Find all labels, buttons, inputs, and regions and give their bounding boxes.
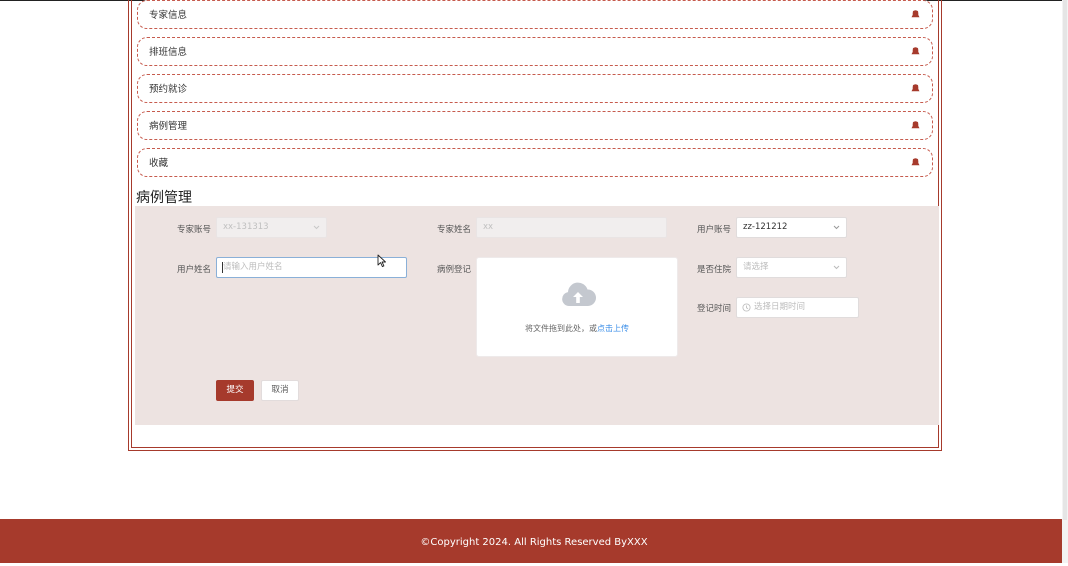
expert-account-value: xx-131313 [223,222,269,232]
user-name-label: 用户姓名 [177,265,212,275]
text-caret [222,262,223,273]
menu-item-label: 病例管理 [149,121,188,132]
register-time-picker[interactable]: 选择日期时间 [736,297,859,318]
menu-item-label: 排班信息 [149,47,188,58]
register-time-placeholder: 选择日期时间 [754,302,806,312]
menu-item-schedule-info[interactable]: 排班信息 [137,37,933,66]
user-account-label: 用户账号 [697,225,732,235]
user-account-select[interactable]: zz-121212 [736,217,847,238]
upload-hint: 将文件拖到此处，或点击上传 [477,323,677,334]
upload-hint-text: 将文件拖到此处，或 [525,324,597,333]
expert-name-input[interactable]: xx [476,217,667,238]
footer: ©Copyright 2024. All Rights Reserved ByX… [0,519,1068,563]
menu-item-case-management[interactable]: 病例管理 [137,111,933,140]
scrollbar-thumb[interactable] [1063,0,1067,520]
cancel-button[interactable]: 取消 [261,380,299,401]
user-account-value: zz-121212 [743,222,788,232]
copyright-text: ©Copyright 2024. All Rights Reserved ByX… [420,537,648,548]
hospitalized-placeholder: 请选择 [743,262,769,272]
expert-name-label: 专家姓名 [437,225,472,235]
bell-icon [911,158,920,166]
chevron-down-icon [833,225,840,230]
case-record-label: 病例登记 [437,265,472,275]
mouse-cursor-icon [377,254,386,268]
register-time-label: 登记时间 [697,304,732,314]
menu-item-label: 专家信息 [149,10,188,21]
page-scrollbar[interactable] [1062,0,1068,563]
upload-dropzone[interactable]: 将文件拖到此处，或点击上传 [476,257,678,357]
expert-name-value: xx [483,222,494,232]
menu-item-expert-info[interactable]: 专家信息 [137,0,933,29]
menu-item-favorites[interactable]: 收藏 [137,148,933,177]
upload-link[interactable]: 点击上传 [597,324,629,333]
menu-item-appointment[interactable]: 预约就诊 [137,74,933,103]
menu-item-label: 预约就诊 [149,84,188,95]
clock-icon [742,303,751,312]
bell-icon [911,121,920,129]
bell-icon [911,47,920,55]
upload-cloud-icon [562,282,596,306]
user-name-placeholder: 请输入用户姓名 [223,262,283,272]
page-title: 病例管理 [136,190,192,206]
chevron-down-icon [313,225,320,230]
expert-account-select[interactable]: xx-131313 [216,217,327,238]
bell-icon [911,10,920,18]
menu-item-label: 收藏 [149,158,169,169]
hospitalized-label: 是否住院 [697,265,732,275]
hospitalized-select[interactable]: 请选择 [736,257,847,278]
submit-button[interactable]: 提交 [216,380,254,401]
expert-account-label: 专家账号 [177,225,212,235]
bell-icon [911,84,920,92]
chevron-down-icon [833,265,840,270]
